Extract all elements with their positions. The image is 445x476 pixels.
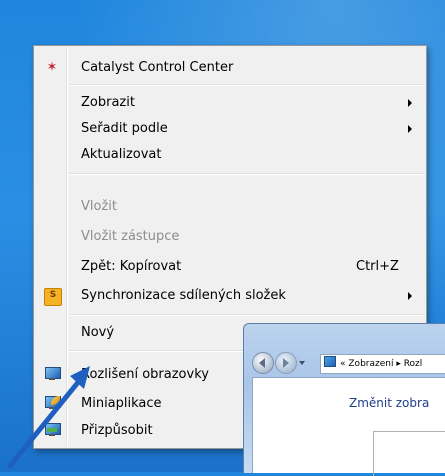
annotation-arrow-icon: [7, 366, 90, 469]
